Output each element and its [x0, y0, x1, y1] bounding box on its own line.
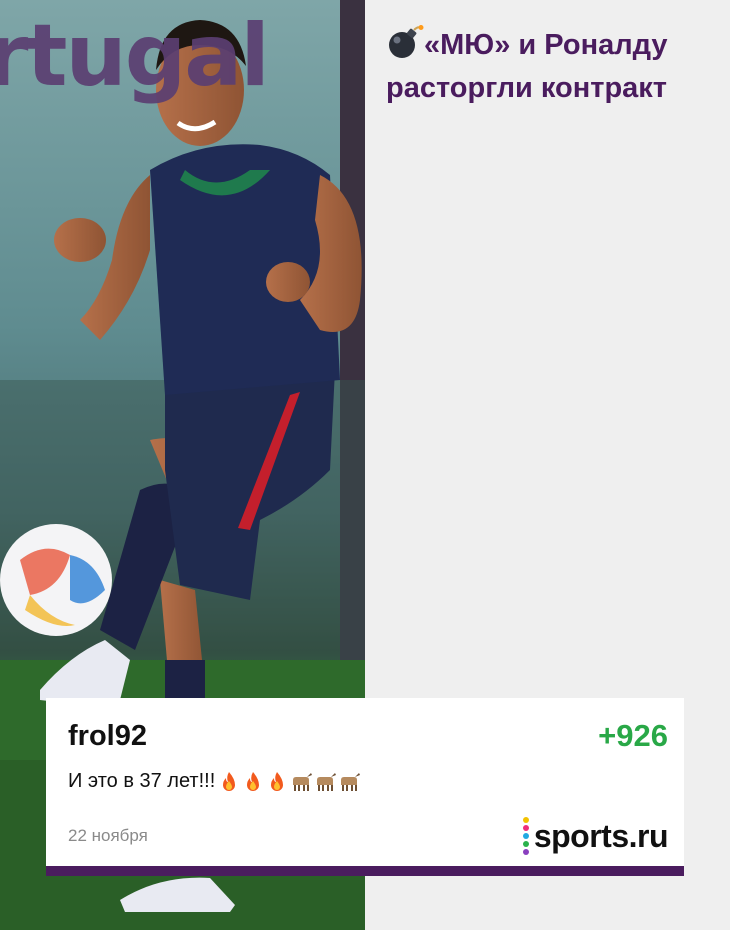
- comment-date: 22 ноября: [68, 826, 148, 845]
- fire-icon: [271, 771, 284, 791]
- headline-line-1: «МЮ» и Роналду: [424, 29, 668, 61]
- logo-text: sports.ru: [533, 817, 669, 854]
- goat-icon: [293, 772, 313, 791]
- headline: «МЮ» и Роналду расторгли контракт: [386, 24, 706, 110]
- logo-dots-icon: [522, 817, 529, 855]
- comment-rating: +926: [598, 718, 668, 753]
- comment-text: И это в 37 лет!!!: [68, 770, 216, 792]
- fire-icon: [247, 771, 260, 791]
- comment-text-row: И это в 37 лет!!!: [68, 770, 361, 793]
- comment-author[interactable]: frol92: [68, 720, 147, 753]
- fire-icon: [223, 771, 236, 791]
- goat-icon: [317, 772, 337, 791]
- comment-card: frol92 +926 И это в 37 лет!!! 22 ноября …: [46, 698, 684, 876]
- comment-emojis: [217, 771, 361, 793]
- bomb-icon: [389, 25, 424, 58]
- headline-title: «МЮ» и Роналду расторгли контракт: [386, 24, 668, 110]
- goat-icon: [341, 772, 361, 791]
- background-wordmark: rtugal: [0, 6, 270, 106]
- sports-ru-logo[interactable]: sports.ru: [522, 816, 669, 856]
- headline-line-2: расторгли контракт: [386, 72, 668, 104]
